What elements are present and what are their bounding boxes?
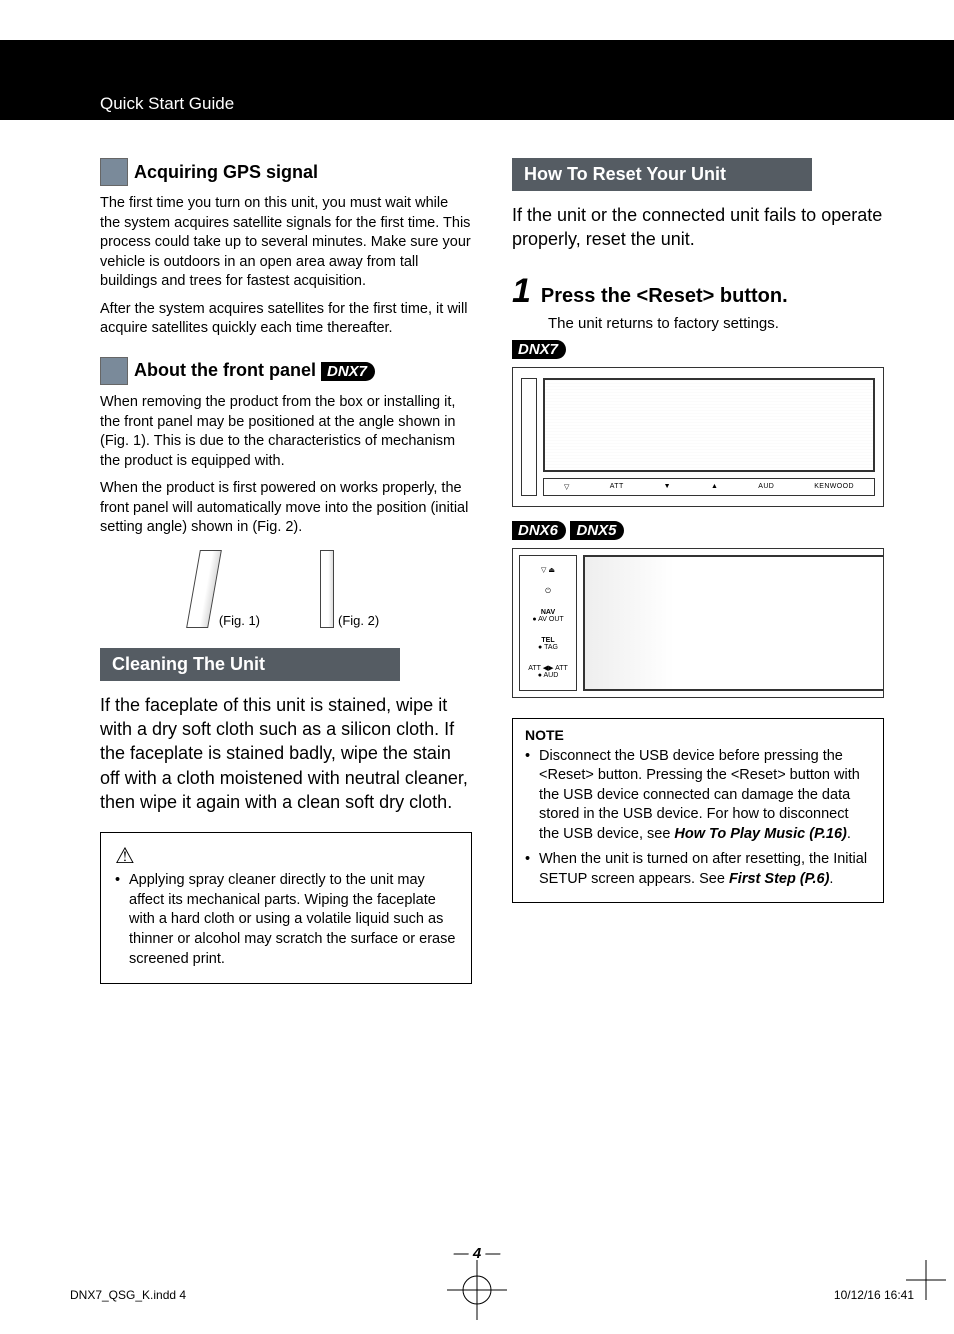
model-tag-dnx7-2: DNX7 (512, 340, 566, 359)
model-tag-dnx5: DNX5 (570, 521, 624, 540)
heading-square-icon (100, 158, 128, 186)
dev-label: ▽ ⏏ (541, 567, 555, 574)
figure-row: (Fig. 1) (Fig. 2) (100, 550, 472, 628)
reset-heading: How To Reset Your Unit (512, 158, 812, 191)
panel-shape-tilted (186, 550, 222, 628)
caution-box: ⚠ • Applying spray cleaner directly to t… (100, 832, 472, 984)
note-2-link: First Step (P.6) (729, 871, 829, 887)
cleaning-heading: Cleaning The Unit (100, 648, 400, 681)
dev-label: KENWOOD (814, 483, 854, 490)
device-button-strip: ▽ ATT ▼ ▲ AUD KENWOOD (543, 478, 875, 496)
device-screen (543, 378, 875, 472)
front-panel-heading: About the front panel DNX7 (100, 357, 472, 385)
bullet-icon: • (525, 747, 539, 845)
dev-label: AUD (758, 483, 774, 490)
front-panel-heading-text: About the front panel DNX7 (134, 360, 375, 381)
device-screen (583, 555, 883, 691)
device-illustration-dnx6-5: ▽ ⏏ ⏻ NAV● AV OUT TEL● TAG ATT ◀▶ ATT● A… (512, 548, 884, 698)
step-text: Press the <Reset> button. (541, 285, 788, 308)
device-button-column: ▽ ⏏ ⏻ NAV● AV OUT TEL● TAG ATT ◀▶ ATT● A… (519, 555, 577, 691)
dev-label: ATT (610, 483, 624, 490)
panel-shape-straight (320, 550, 334, 628)
guide-title: Quick Start Guide (100, 94, 234, 114)
footer-file: DNX7_QSG_K.indd 4 (70, 1288, 186, 1302)
front-panel-para-2: When the product is first powered on wor… (100, 479, 472, 538)
gps-heading: Acquiring GPS signal (100, 158, 472, 186)
dev-label: ▲ (711, 483, 718, 490)
figure-1: (Fig. 1) (193, 550, 260, 628)
note-bullet-1: • Disconnect the USB device before press… (525, 747, 871, 845)
figure-2: (Fig. 2) (320, 550, 379, 628)
model-tag-dnx6: DNX6 (512, 521, 566, 540)
dev-label: ▼ (664, 483, 671, 490)
bullet-icon: • (525, 850, 539, 889)
warning-icon: ⚠ (115, 843, 457, 869)
gps-para-1: The first time you turn on this unit, yo… (100, 194, 472, 292)
gps-para-2: After the system acquires satellites for… (100, 300, 472, 339)
device-side-button (521, 378, 537, 496)
content-area: Acquiring GPS signal The first time you … (0, 120, 954, 984)
note-bullet-2: • When the unit is turned on after reset… (525, 850, 871, 889)
front-panel-heading-pre: About the front panel (134, 360, 321, 380)
right-column: How To Reset Your Unit If the unit or th… (512, 140, 884, 984)
dev-label: NAV● AV OUT (532, 609, 563, 623)
footer-timestamp: 10/12/16 16:41 (834, 1288, 914, 1302)
note-box: NOTE • Disconnect the USB device before … (512, 718, 884, 903)
step-subtext: The unit returns to factory settings. (548, 315, 884, 332)
print-footer: DNX7_QSG_K.indd 4 10/12/16 16:41 (70, 1288, 914, 1302)
dev-label: ⏻ (545, 588, 551, 595)
note-title: NOTE (525, 727, 871, 743)
header-band: Quick Start Guide (0, 40, 954, 120)
gps-heading-text: Acquiring GPS signal (134, 162, 318, 183)
step-number: 1 (512, 272, 531, 311)
bullet-icon: • (115, 871, 129, 969)
cleaning-para: If the faceplate of this unit is stained… (100, 693, 472, 814)
left-column: Acquiring GPS signal The first time you … (100, 140, 472, 984)
figure-1-label: (Fig. 1) (219, 613, 260, 628)
step-1: 1 Press the <Reset> button. (512, 272, 884, 311)
caution-text: Applying spray cleaner directly to the u… (129, 871, 457, 969)
front-panel-para-1: When removing the product from the box o… (100, 393, 472, 471)
device-illustration-dnx7: ▽ ATT ▼ ▲ AUD KENWOOD (512, 367, 884, 507)
dev-label: ▽ (564, 483, 570, 491)
dev-label: TEL● TAG (538, 637, 558, 651)
figure-2-label: (Fig. 2) (338, 613, 379, 628)
note-2-text: When the unit is turned on after resetti… (539, 850, 871, 889)
model-tag-dnx7: DNX7 (321, 362, 375, 381)
dev-label: ATT ◀▶ ATT● AUD (528, 665, 568, 679)
heading-square-icon (100, 357, 128, 385)
caution-bullet: • Applying spray cleaner directly to the… (115, 871, 457, 969)
note-1-text: Disconnect the USB device before pressin… (539, 747, 871, 845)
note-1-link: How To Play Music (P.16) (674, 826, 846, 842)
reset-intro: If the unit or the connected unit fails … (512, 203, 884, 252)
